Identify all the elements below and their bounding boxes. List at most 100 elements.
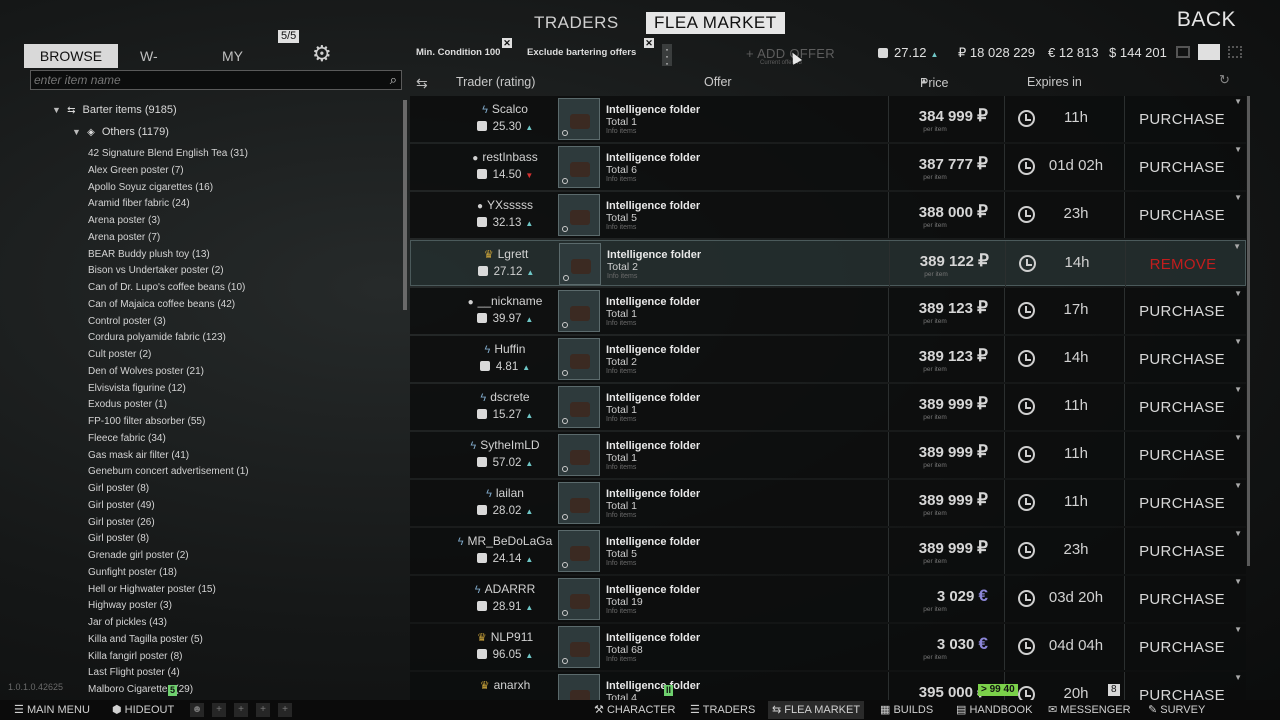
tree-item[interactable]: Girl poster (49) <box>88 500 155 511</box>
search-input[interactable] <box>31 71 371 89</box>
tree-item[interactable]: Fleece fabric (34) <box>88 433 166 444</box>
tree-item[interactable]: Grenade girl poster (2) <box>88 550 189 561</box>
offer-row[interactable]: ● YXsssss 32.13 ▲ Intelligence folder Total 5… <box>410 192 1246 238</box>
tree-item[interactable]: Control poster (3) <box>88 316 166 327</box>
tile-view-icon[interactable] <box>1228 46 1242 58</box>
chevron-down-icon[interactable]: ▼ <box>1234 385 1242 394</box>
purchase-button[interactable]: PURCHASE <box>1134 639 1230 656</box>
offer-row[interactable]: ϟ SytheImLD 57.02 ▲ Intelligence folder Total… <box>410 432 1246 478</box>
trader-name-line[interactable]: ♛ Lgrett <box>441 247 571 261</box>
purchase-button[interactable]: PURCHASE <box>1134 495 1230 512</box>
offer-row[interactable]: ϟ MR_BeDoLaGa 24.14 ▲ Intelligence folder Tot… <box>410 528 1246 574</box>
tab-wishlist[interactable]: W-LIST <box>140 44 170 88</box>
item-thumbnail[interactable] <box>558 290 600 332</box>
flea-market-button[interactable]: ⇆ FLEA MARKET <box>768 701 865 719</box>
chevron-down-icon[interactable]: ▼ <box>1234 673 1242 682</box>
purchase-button[interactable]: PURCHASE <box>1134 399 1230 416</box>
quickbar-slot-add-icon[interactable]: + <box>234 703 248 717</box>
tree-item[interactable]: Girl poster (8) <box>88 483 149 494</box>
tree-item[interactable]: Can of Majaica coffee beans (42) <box>88 299 235 310</box>
traders-button[interactable]: ☰ TRADERS <box>690 703 755 716</box>
column-trader[interactable]: Trader (rating) <box>456 75 535 89</box>
offer-row[interactable]: ● restInbass 14.50 ▼ Intelligence folder Tota… <box>410 144 1246 190</box>
tree-item[interactable]: Girl poster (8) <box>88 533 149 544</box>
trader-name-line[interactable]: ♛ NLP911 <box>440 630 570 644</box>
quickbar-slot-add-icon[interactable]: + <box>212 703 226 717</box>
hideout-button[interactable]: ⬢ HIDEOUT <box>112 703 174 716</box>
item-thumbnail[interactable] <box>558 146 600 188</box>
survey-button[interactable]: ✎ SURVEY <box>1148 703 1205 716</box>
grid-view-icon[interactable] <box>1176 46 1190 58</box>
item-thumbnail[interactable] <box>558 530 600 572</box>
tree-item[interactable]: Cult poster (2) <box>88 349 151 360</box>
close-icon[interactable]: ✕ <box>644 38 654 48</box>
quickbar-slot-icon[interactable]: ☻ <box>190 703 204 717</box>
tab-flea-market[interactable]: FLEA MARKET <box>646 12 785 34</box>
character-button[interactable]: ⚒ CHARACTER <box>594 703 675 716</box>
trader-name-line[interactable]: ● __nickname <box>440 294 570 308</box>
tree-item[interactable]: Alex Green poster (7) <box>88 165 184 176</box>
tree-item[interactable]: BEAR Buddy plush toy (13) <box>88 249 210 260</box>
chevron-down-icon[interactable]: ▼ <box>1234 481 1242 490</box>
builds-button[interactable]: ▦ BUILDS <box>880 703 933 716</box>
item-thumbnail[interactable] <box>558 674 600 700</box>
purchase-button[interactable]: PURCHASE <box>1134 543 1230 560</box>
exchange-icon[interactable]: ⇆ <box>416 75 428 92</box>
tree-item[interactable]: 42 Signature Blend English Tea (31) <box>88 148 248 159</box>
purchase-button[interactable]: PURCHASE <box>1134 159 1230 176</box>
tree-item[interactable]: Highway poster (3) <box>88 600 172 611</box>
tab-browse[interactable]: BROWSE <box>24 44 118 68</box>
chevron-down-icon[interactable]: ▼ <box>1234 145 1242 154</box>
purchase-button[interactable]: PURCHASE <box>1134 687 1230 700</box>
quickbar-slot-add-icon[interactable]: + <box>256 703 270 717</box>
offer-row[interactable]: ϟ lailan 28.02 ▲ Intelligence folder Total 1I… <box>410 480 1246 526</box>
item-thumbnail[interactable] <box>558 386 600 428</box>
tree-item[interactable]: Cordura polyamide fabric (123) <box>88 332 226 343</box>
tree-scrollbar[interactable] <box>403 100 407 310</box>
trader-name-line[interactable]: ϟ Scalco <box>440 102 570 116</box>
trader-name-line[interactable]: ϟ lailan <box>440 486 570 500</box>
purchase-button[interactable]: PURCHASE <box>1134 207 1230 224</box>
purchase-button[interactable]: PURCHASE <box>1134 447 1230 464</box>
offer-row[interactable]: ϟ dscrete 15.27 ▲ Intelligence folder Total 1… <box>410 384 1246 430</box>
chevron-down-icon[interactable]: ▼ <box>1234 625 1242 634</box>
trader-name-line[interactable]: ϟ Huffin <box>440 342 570 356</box>
item-thumbnail[interactable] <box>558 98 600 140</box>
gear-icon[interactable]: ⚙ <box>312 42 332 66</box>
filter-exclude-barter[interactable]: Exclude bartering offers ✕ <box>527 38 654 58</box>
search-icon[interactable]: ⌕ <box>390 72 397 88</box>
chevron-down-icon[interactable]: ▼ <box>1234 193 1242 202</box>
tree-node-barter-items[interactable]: ▼ ⇆ Barter items (9185) <box>52 104 177 116</box>
item-thumbnail[interactable] <box>558 482 600 524</box>
chevron-down-icon[interactable]: ▼ <box>1234 337 1242 346</box>
trader-name-line[interactable]: ● restInbass <box>440 150 570 164</box>
tree-item[interactable]: Hell or Highwater poster (15) <box>88 584 216 595</box>
offer-row[interactable]: ♛ Lgrett 27.12 ▲ Intelligence folder Total 2I… <box>410 240 1246 287</box>
tree-item[interactable]: Exodus poster (1) <box>88 399 167 410</box>
tab-my-offers[interactable]: MY OFFERS <box>222 44 279 88</box>
tree-item[interactable]: Can of Dr. Lupo's coffee beans (10) <box>88 282 245 293</box>
tree-item[interactable]: Gas mask air filter (41) <box>88 450 189 461</box>
tree-item[interactable]: Arena poster (7) <box>88 232 160 243</box>
refresh-icon[interactable]: ↻ <box>1219 72 1230 88</box>
trader-name-line[interactable]: ♛ anarxh <box>440 678 570 692</box>
chevron-down-icon[interactable]: ▼ <box>1234 577 1242 586</box>
tree-item[interactable]: Killa fangirl poster (8) <box>88 651 182 662</box>
purchase-button[interactable]: PURCHASE <box>1134 111 1230 128</box>
offer-row[interactable]: ● __nickname 39.97 ▲ Intelligence folder Tota… <box>410 288 1246 334</box>
trader-name-line[interactable]: ϟ MR_BeDoLaGa <box>440 534 570 548</box>
close-icon[interactable]: ✕ <box>502 38 512 48</box>
item-thumbnail[interactable] <box>558 338 600 380</box>
tree-item[interactable]: Apollo Soyuz cigarettes (16) <box>88 182 213 193</box>
tree-item[interactable]: Malboro Cigarettes (29) <box>88 684 193 695</box>
chevron-down-icon[interactable]: ▼ <box>1234 289 1242 298</box>
trader-name-line[interactable]: ● YXsssss <box>440 198 570 212</box>
item-thumbnail[interactable] <box>558 626 600 668</box>
tree-item[interactable]: Arena poster (3) <box>88 215 160 226</box>
messenger-button[interactable]: ✉ MESSENGER <box>1048 703 1131 716</box>
filter-min-condition[interactable]: Min. Condition 100 ✕ <box>416 38 512 58</box>
trader-name-line[interactable]: ϟ dscrete <box>440 390 570 404</box>
purchase-button[interactable]: PURCHASE <box>1134 303 1230 320</box>
tree-item[interactable]: Girl poster (26) <box>88 517 155 528</box>
item-thumbnail[interactable] <box>558 434 600 476</box>
